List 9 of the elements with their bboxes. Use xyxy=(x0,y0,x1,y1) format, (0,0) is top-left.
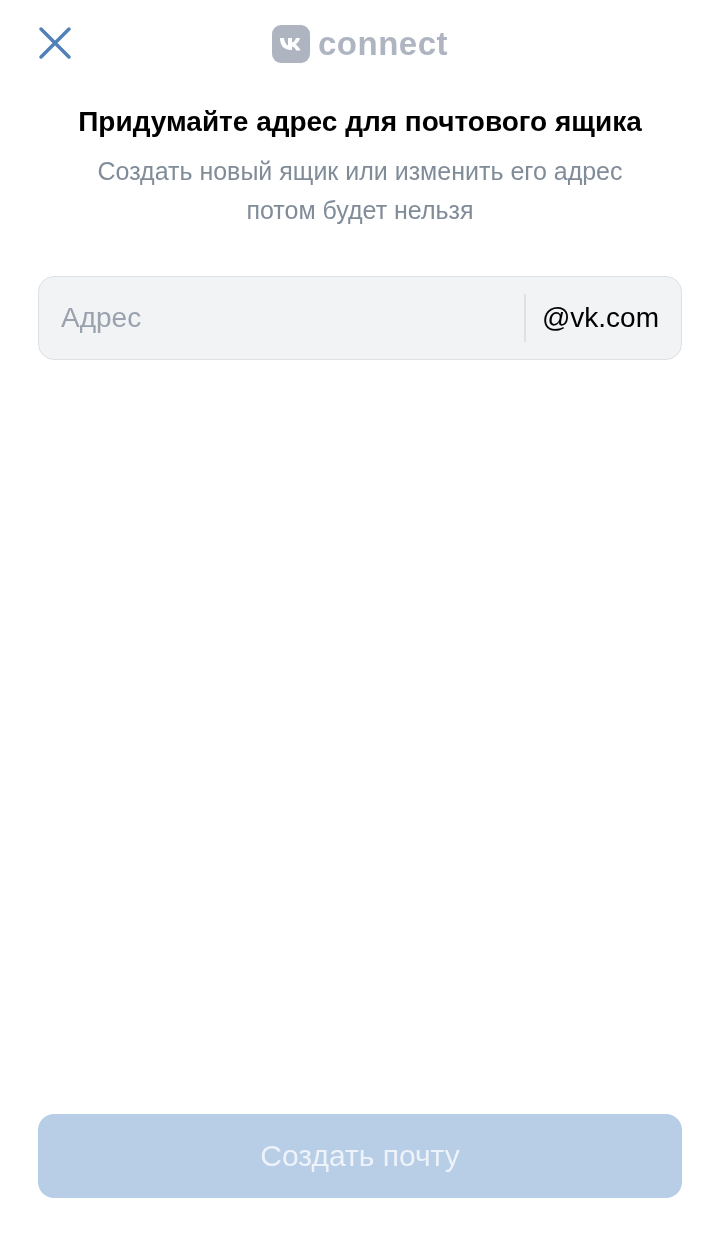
page-title: Придумайте адрес для почтового ящика xyxy=(77,106,643,138)
domain-suffix: @vk.com xyxy=(540,302,660,334)
close-icon xyxy=(38,26,72,60)
address-input[interactable]: Адрес xyxy=(39,277,525,359)
address-field[interactable]: Адрес @vk.com xyxy=(38,276,682,360)
logo-icon xyxy=(272,25,310,63)
close-button[interactable] xyxy=(38,26,72,60)
logo-text: connect xyxy=(318,25,448,63)
subtitle: Создать новый ящик или изменить его адрес потом будет нельзя xyxy=(96,156,624,226)
